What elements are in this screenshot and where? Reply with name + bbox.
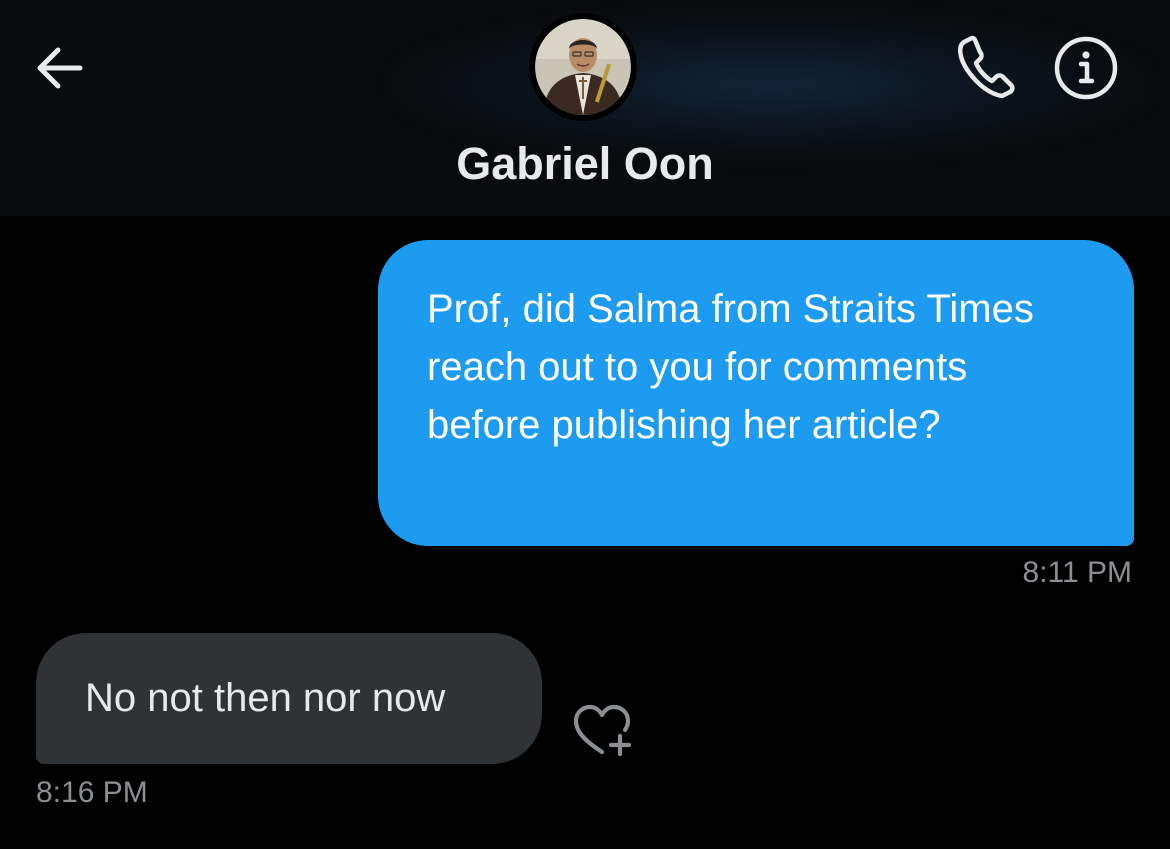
contact-name[interactable]: Gabriel Oon xyxy=(385,138,785,190)
incoming-message-text: No not then nor now xyxy=(85,676,446,720)
arrow-left-icon xyxy=(37,47,83,89)
incoming-message-timestamp: 8:16 PM xyxy=(36,776,148,809)
conversation-header: Gabriel Oon xyxy=(0,0,1170,216)
contact-photo xyxy=(535,19,631,115)
phone-icon xyxy=(958,35,1015,99)
incoming-message-bubble[interactable]: No not then nor now xyxy=(36,633,542,764)
info-icon xyxy=(1054,36,1118,100)
outgoing-message-timestamp: 8:11 PM xyxy=(1022,556,1133,589)
back-button[interactable] xyxy=(28,40,94,96)
avatar[interactable] xyxy=(529,13,637,121)
outgoing-message-bubble[interactable]: Prof, did Salma from Straits Times reach… xyxy=(378,240,1134,546)
outgoing-message-text: Prof, did Salma from Straits Times reach… xyxy=(427,287,1034,447)
call-button[interactable] xyxy=(950,30,1030,104)
add-reaction-button[interactable] xyxy=(568,700,640,760)
info-button[interactable] xyxy=(1050,34,1122,102)
heart-plus-icon xyxy=(573,704,632,757)
